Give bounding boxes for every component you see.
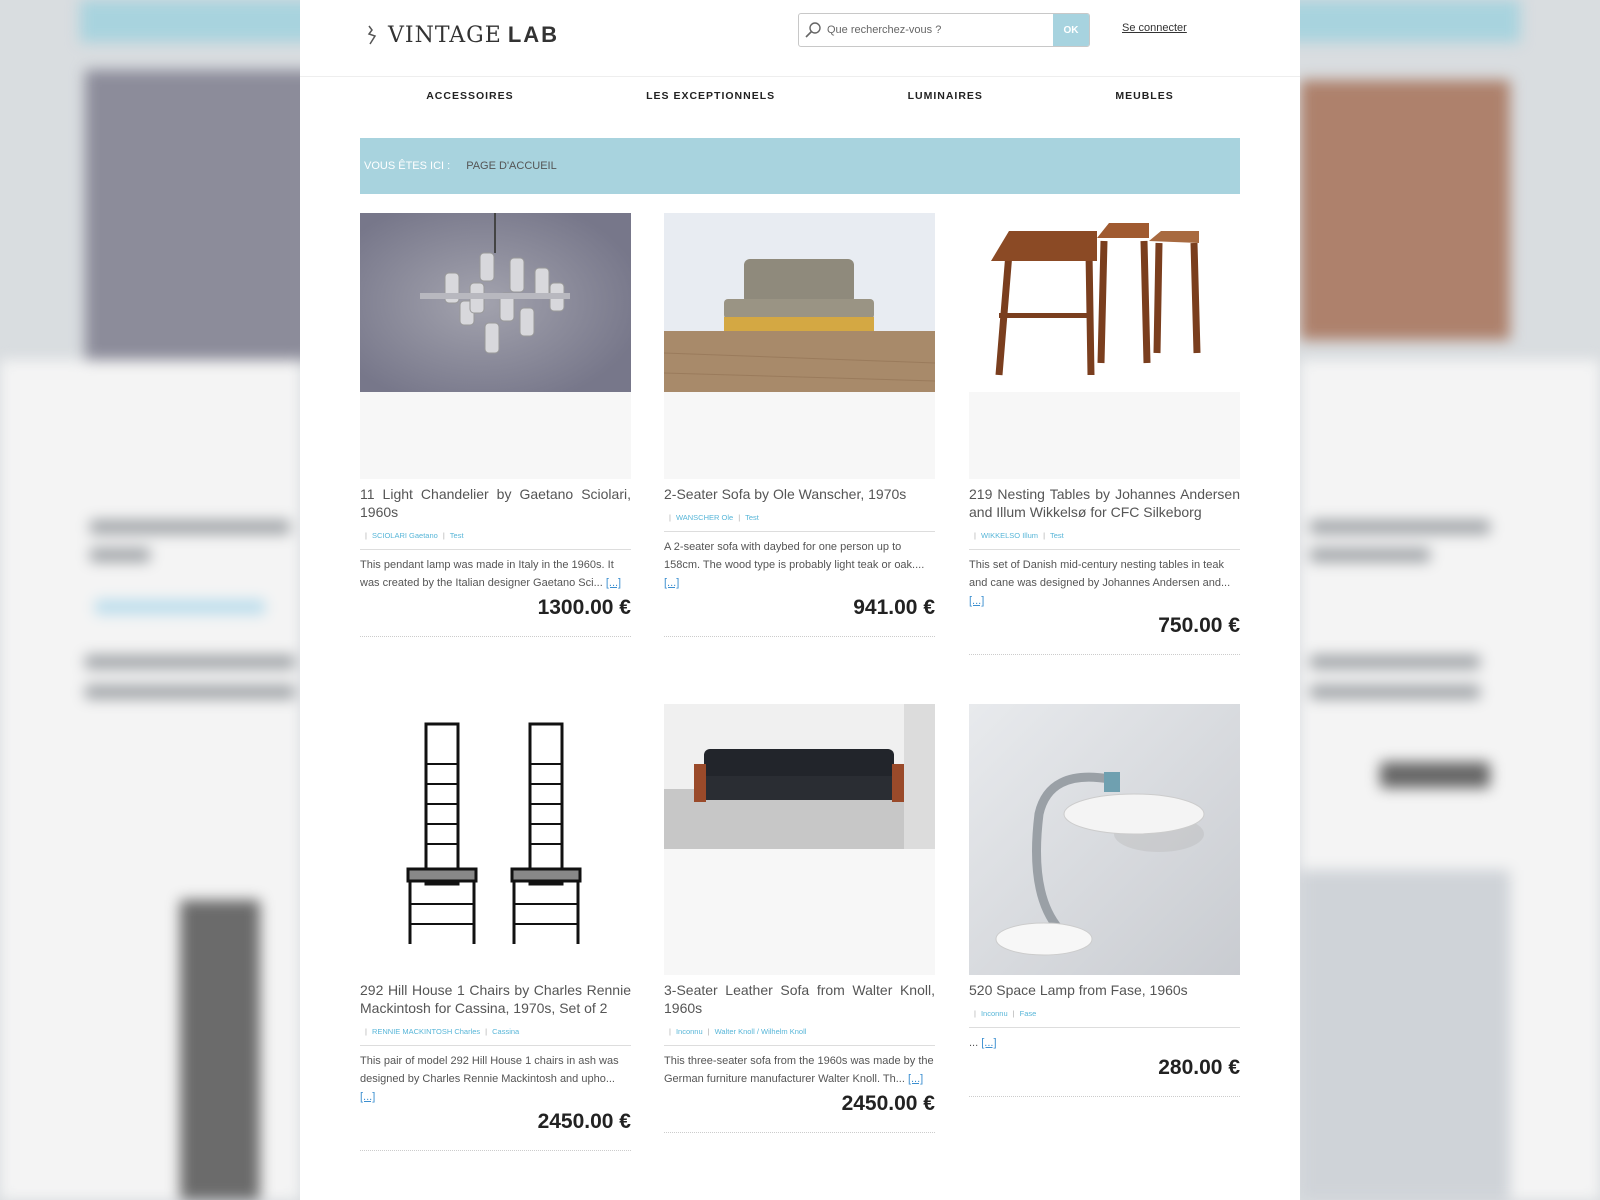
search-icon (799, 14, 827, 46)
product-card[interactable]: 219 Nesting Tables by Johannes Andersen … (969, 213, 1240, 655)
brand-logo[interactable]: VINTAGE LAB (366, 22, 559, 48)
nav-item-accessoires[interactable]: ACCESSOIRES (426, 90, 513, 102)
nav-item-luminaires[interactable]: LUMINAIRES (908, 90, 983, 102)
product-title[interactable]: 520 Space Lamp from Fase, 1960s (969, 981, 1240, 999)
page: VINTAGELAB OK Se connecter ACCESSOIRES L… (300, 0, 1300, 1200)
product-title[interactable]: 292 Hill House 1 Chairs by Charles Renni… (360, 981, 631, 1017)
product-title[interactable]: 3-Seater Leather Sofa from Walter Knoll,… (664, 981, 935, 1017)
tag-link[interactable]: RENNIE MACKINTOSH Charles (372, 1027, 480, 1036)
logo-mark-icon (367, 25, 377, 45)
product-description: This set of Danish mid-century nesting t… (969, 559, 1231, 607)
product-image-nesting-tables[interactable] (969, 213, 1240, 392)
product-tags: | RENNIE MACKINTOSH Charles | Cassina (365, 1027, 520, 1036)
product-image-chairs[interactable] (360, 704, 631, 975)
search-button[interactable]: OK (1053, 14, 1089, 46)
product-description: This pair of model 292 Hill House 1 chai… (360, 1055, 619, 1103)
product-image-chandelier[interactable] (360, 213, 631, 392)
read-more-link[interactable]: [...] (360, 1091, 375, 1103)
search-input[interactable] (827, 14, 1053, 46)
product-image-sofa-2-seater[interactable] (664, 213, 935, 392)
read-more-link[interactable]: [...] (606, 577, 621, 589)
product-tags: | WIKKELSO Illum | Test (974, 531, 1064, 540)
product-image-sofa-leather[interactable] (664, 704, 935, 849)
product-description: This pendant lamp was made in Italy in t… (360, 559, 622, 589)
product-title[interactable]: 11 Light Chandelier by Gaetano Sciolari,… (360, 485, 631, 521)
nav-item-meubles[interactable]: MEUBLES (1115, 90, 1173, 102)
tag-link[interactable]: Fase (1020, 1009, 1037, 1018)
tag-link[interactable]: Walter Knoll / Wilhelm Knoll (715, 1027, 807, 1036)
product-tags: | SCIOLARI Gaetano | Test (365, 531, 464, 540)
tag-link[interactable]: Test (1050, 531, 1064, 540)
product-price: 2450.00 € (537, 1110, 631, 1133)
main-nav: ACCESSOIRES LES EXCEPTIONNELS LUMINAIRES… (360, 90, 1240, 102)
read-more-link[interactable]: [...] (981, 1037, 996, 1049)
read-more-link[interactable]: [...] (969, 595, 984, 607)
product-price: 941.00 € (853, 596, 935, 619)
tag-link[interactable]: Test (745, 513, 759, 522)
product-image-desk-lamp[interactable] (969, 704, 1240, 975)
brand-name: VINTAGE LAB (388, 22, 560, 48)
read-more-link[interactable]: [...] (664, 577, 679, 589)
tag-link[interactable]: Inconnu (981, 1009, 1008, 1018)
product-card[interactable]: 2-Seater Sofa by Ole Wanscher, 1970s | WA… (664, 213, 935, 637)
product-tags: | Inconnu | Fase (974, 1009, 1037, 1018)
read-more-link[interactable]: [...] (908, 1073, 923, 1085)
product-title[interactable]: 2-Seater Sofa by Ole Wanscher, 1970s (664, 485, 935, 503)
breadcrumb-home-link[interactable]: PAGE D'ACCUEIL (466, 160, 557, 172)
breadcrumb: VOUS ÊTES ICI : PAGE D'ACCUEIL (360, 138, 1240, 194)
product-tags: | WANSCHER Ole | Test (669, 513, 759, 522)
product-tags: | Inconnu | Walter Knoll / Wilhelm Knoll (669, 1027, 807, 1036)
tag-link[interactable]: SCIOLARI Gaetano (372, 531, 438, 540)
product-price: 280.00 € (1158, 1056, 1240, 1079)
product-card[interactable]: 292 Hill House 1 Chairs by Charles Renni… (360, 704, 631, 1151)
product-price: 1300.00 € (537, 596, 631, 619)
breadcrumb-label: VOUS ÊTES ICI : (364, 160, 451, 172)
product-description: ... [...] (969, 1037, 997, 1049)
product-card[interactable]: 11 Light Chandelier by Gaetano Sciolari,… (360, 213, 631, 637)
tag-link[interactable]: WIKKELSO Illum (981, 531, 1038, 540)
search-bar: OK (798, 13, 1090, 47)
tag-link[interactable]: Inconnu (676, 1027, 703, 1036)
tag-link[interactable]: WANSCHER Ole (676, 513, 733, 522)
product-price: 750.00 € (1158, 614, 1240, 637)
tag-link[interactable]: Test (450, 531, 464, 540)
tag-link[interactable]: Cassina (492, 1027, 519, 1036)
product-price: 2450.00 € (841, 1092, 935, 1115)
site-header: VINTAGELAB OK Se connecter (300, 0, 1300, 77)
product-title[interactable]: 219 Nesting Tables by Johannes Andersen … (969, 485, 1240, 521)
product-description: A 2-seater sofa with daybed for one pers… (664, 541, 925, 589)
login-link[interactable]: Se connecter (1122, 22, 1187, 34)
product-card[interactable]: 3-Seater Leather Sofa from Walter Knoll,… (664, 704, 935, 1133)
product-card[interactable]: 520 Space Lamp from Fase, 1960s | Inconnu… (969, 704, 1240, 1097)
nav-item-exceptionnels[interactable]: LES EXCEPTIONNELS (646, 90, 775, 102)
product-description: This three-seater sofa from the 1960s wa… (664, 1055, 934, 1085)
